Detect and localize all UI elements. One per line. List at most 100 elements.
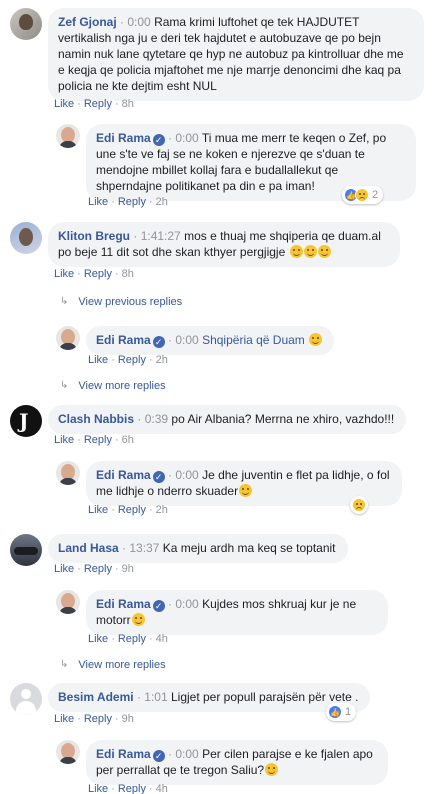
- commenter-name[interactable]: Besim Ademi: [58, 690, 134, 704]
- commenter-name[interactable]: Zef Gjonaj: [58, 15, 117, 29]
- comment-age[interactable]: 8h: [122, 268, 134, 280]
- like-link[interactable]: Like: [88, 633, 108, 645]
- reply-edi-rama: Edi Rama ✓ · 0:00 Shqipëria që Duam: [56, 326, 335, 355]
- commenter-name[interactable]: Edi Rama: [96, 468, 151, 482]
- comment-bubble: Clash Nabbis · 0:39 po Air Albania? Merr…: [48, 405, 407, 434]
- comment-age[interactable]: 9h: [122, 563, 134, 575]
- reaction-summary[interactable]: [350, 496, 368, 514]
- comment-age[interactable]: 9h: [122, 713, 134, 725]
- comment-timestamp-link[interactable]: 1:41:27: [141, 229, 181, 243]
- verified-badge-icon: ✓: [152, 600, 165, 612]
- verified-badge-icon: ✓: [152, 134, 165, 146]
- comment-text: Ka meju ardh ma keq se toptanit: [162, 541, 336, 555]
- comment-timestamp-link[interactable]: 0:00: [127, 15, 150, 29]
- verified-badge-icon: ✓: [152, 336, 165, 348]
- view-more-replies-link[interactable]: ↳ View more replies: [60, 379, 166, 393]
- grinning-face-emoji-icon: [239, 484, 253, 497]
- like-link[interactable]: Like: [88, 783, 108, 794]
- comment-timestamp-link[interactable]: 0:00: [175, 131, 198, 145]
- reply-link[interactable]: Reply: [118, 354, 146, 366]
- sad-reaction-icon: [355, 188, 369, 202]
- reply-link[interactable]: Reply: [84, 268, 112, 280]
- like-link[interactable]: Like: [54, 563, 74, 575]
- reply-link[interactable]: Reply: [84, 98, 112, 110]
- thinking-face-emoji-icon: [317, 245, 331, 258]
- comment-besim-ademi: Besim Ademi · 1:01 Ligjet per popull par…: [10, 683, 371, 715]
- comment-kliton-bregu: Kliton Bregu · 1:41:27 mos e thuaj me sh…: [10, 222, 400, 267]
- reply-edi-rama: Edi Rama ✓ · 0:00 Per cilen parajse e ke …: [56, 740, 388, 785]
- comment-age[interactable]: 4h: [156, 633, 168, 645]
- comment-actions: Like · Reply · 9h: [54, 713, 134, 725]
- avatar[interactable]: [10, 8, 42, 40]
- commenter-name[interactable]: Clash Nabbis: [58, 412, 134, 426]
- reply-link[interactable]: Reply: [84, 563, 112, 575]
- like-link[interactable]: Like: [54, 434, 74, 446]
- comment-timestamp-link[interactable]: 0:39: [145, 412, 168, 426]
- avatar[interactable]: [10, 534, 42, 566]
- reply-link[interactable]: Reply: [84, 713, 112, 725]
- verified-badge-icon: ✓: [152, 750, 165, 762]
- commenter-name[interactable]: Edi Rama: [96, 131, 151, 145]
- commenter-name[interactable]: Edi Rama: [96, 747, 151, 761]
- default-avatar-icon[interactable]: [10, 683, 42, 715]
- view-more-replies-label[interactable]: View more replies: [78, 379, 165, 393]
- reaction-summary[interactable]: 👍 1: [326, 703, 357, 721]
- comment-timestamp-link[interactable]: 0:00: [175, 333, 198, 347]
- avatar[interactable]: [56, 326, 80, 350]
- reply-link[interactable]: Reply: [118, 633, 146, 645]
- comment-actions: Like · Reply · 6h: [54, 434, 134, 446]
- avatar[interactable]: [56, 740, 80, 764]
- view-more-replies-link[interactable]: ↳ View more replies: [60, 658, 166, 672]
- sad-reaction-icon: [352, 498, 366, 512]
- commenter-name[interactable]: Edi Rama: [96, 333, 151, 347]
- avatar[interactable]: [56, 124, 80, 148]
- page-link[interactable]: Shqipëria që Duam: [202, 333, 305, 347]
- comment-actions: Like · Reply · 4h: [88, 633, 168, 645]
- reply-link[interactable]: Reply: [118, 196, 146, 208]
- comment-actions: Like · Reply · 2h: [88, 354, 168, 366]
- commenter-name[interactable]: Kliton Bregu: [58, 229, 130, 243]
- reply-link[interactable]: Reply: [118, 783, 146, 794]
- avatar[interactable]: [56, 590, 80, 614]
- view-previous-replies-link[interactable]: ↳ View previous replies: [60, 295, 182, 309]
- reply-arrow-icon: ↳: [60, 380, 69, 391]
- reaction-summary[interactable]: 👍 2: [342, 186, 384, 204]
- avatar[interactable]: [10, 222, 42, 254]
- comment-text: Ligjet per popull parajsën për vete .: [170, 690, 359, 704]
- comment-timestamp-link[interactable]: 13:37: [129, 541, 159, 555]
- comment-age[interactable]: 2h: [156, 354, 168, 366]
- like-link[interactable]: Like: [88, 354, 108, 366]
- avatar[interactable]: [56, 461, 80, 485]
- comment-age[interactable]: 2h: [156, 196, 168, 208]
- like-link[interactable]: Like: [88, 504, 108, 516]
- like-link[interactable]: Like: [54, 268, 74, 280]
- comment-timestamp-link[interactable]: 0:00: [175, 747, 198, 761]
- like-reaction-icon: 👍: [328, 705, 342, 719]
- commenter-name[interactable]: Land Hasa: [58, 541, 119, 555]
- comment-timestamp-link[interactable]: 0:00: [175, 468, 198, 482]
- comment-actions: Like · Reply · 8h: [54, 268, 134, 280]
- reply-link[interactable]: Reply: [84, 434, 112, 446]
- comment-timestamp-link[interactable]: 1:01: [144, 690, 167, 704]
- like-link[interactable]: Like: [88, 196, 108, 208]
- comment-bubble: Land Hasa · 13:37 Ka meju ardh ma keq se…: [48, 534, 348, 563]
- view-previous-replies-label[interactable]: View previous replies: [78, 295, 182, 309]
- avatar[interactable]: J: [10, 405, 42, 437]
- comment-age[interactable]: 8h: [122, 98, 134, 110]
- reply-arrow-icon: ↳: [60, 296, 69, 307]
- reply-link[interactable]: Reply: [118, 504, 146, 516]
- like-link[interactable]: Like: [54, 713, 74, 725]
- grinning-face-emoji-icon: [265, 763, 279, 776]
- comment-bubble: Besim Ademi · 1:01 Ligjet per popull par…: [48, 683, 371, 712]
- comment-actions: Like · Reply · 2h: [88, 504, 168, 516]
- comment-age[interactable]: 4h: [156, 783, 168, 794]
- commenter-name[interactable]: Edi Rama: [96, 597, 151, 611]
- comment-age[interactable]: 6h: [122, 434, 134, 446]
- view-more-replies-label[interactable]: View more replies: [78, 658, 165, 672]
- reply-edi-rama: Edi Rama ✓ · 0:00 Kujdes mos shkruaj kur …: [56, 590, 388, 635]
- comment-age[interactable]: 2h: [156, 504, 168, 516]
- comment-actions: Like · Reply · 9h: [54, 563, 134, 575]
- like-link[interactable]: Like: [54, 98, 74, 110]
- comment-timestamp-link[interactable]: 0:00: [175, 597, 198, 611]
- grinning-face-emoji-icon: [131, 613, 145, 626]
